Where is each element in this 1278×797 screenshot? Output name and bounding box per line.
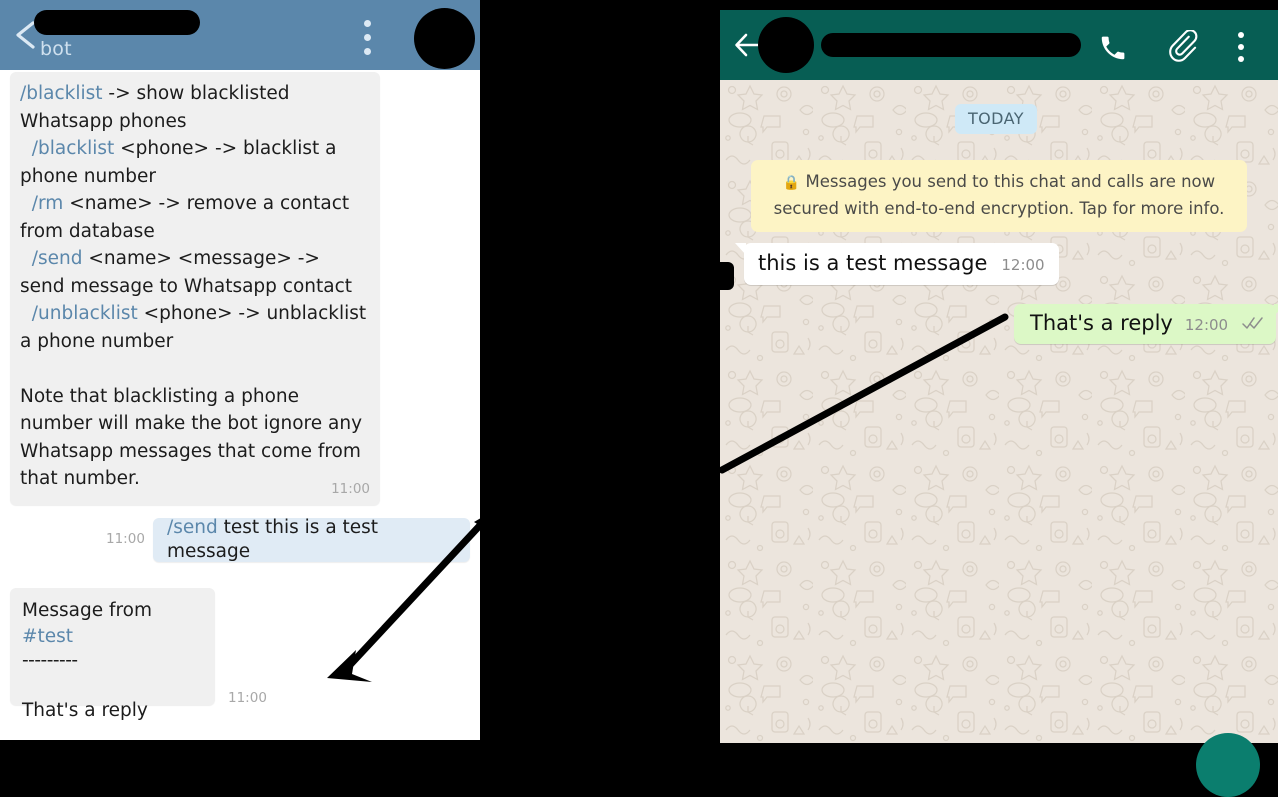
message-timestamp: 11:00	[331, 480, 370, 497]
edge-occlusion-mark	[712, 262, 734, 290]
telegram-header: bot	[0, 0, 480, 70]
double-check-icon	[1242, 315, 1264, 334]
command-token: /blacklist	[31, 138, 115, 159]
command-token: /blacklist	[20, 83, 103, 104]
forwarded-reply-prefix: Message from	[22, 600, 153, 621]
paperclip-icon[interactable]	[1168, 29, 1200, 64]
message-bubble-outgoing[interactable]: That's a reply 12:00	[1014, 304, 1278, 344]
phone-call-icon[interactable]	[1098, 33, 1128, 63]
incoming-message-text: this is a test message	[758, 251, 988, 275]
whatsapp-header	[720, 10, 1278, 80]
overflow-menu-icon[interactable]	[362, 20, 374, 56]
whatsapp-message-list[interactable]: TODAY 🔒 Messages you send to this chat a…	[720, 80, 1278, 743]
help-message-text: /blacklist -> show blacklisted Whatsapp …	[20, 83, 367, 489]
forwarded-reply-divider: ---------	[22, 650, 78, 671]
lock-icon: 🔒	[782, 175, 801, 191]
command-token: /unblacklist	[31, 303, 138, 324]
message-bubble-help[interactable]: /blacklist -> show blacklisted Whatsapp …	[10, 72, 380, 505]
command-token: /rm	[31, 193, 64, 214]
command-token: /send	[167, 517, 218, 538]
encryption-notice-text: Messages you send to this chat and calls…	[773, 172, 1225, 218]
outgoing-message-timestamp: 12:00	[1184, 316, 1229, 334]
whatsapp-panel: TODAY 🔒 Messages you send to this chat a…	[720, 10, 1278, 743]
telegram-panel: bot /blacklist -> show blacklisted Whats…	[0, 0, 480, 740]
send-command-text: /send test this is a test message	[167, 516, 456, 564]
forwarded-reply-header: Message from #test	[22, 598, 203, 650]
encryption-notice[interactable]: 🔒 Messages you send to this chat and cal…	[751, 160, 1247, 232]
forwarded-reply-timestamp: 11:00	[228, 690, 267, 706]
avatar[interactable]	[758, 17, 814, 73]
incoming-message-timestamp: 12:00	[1001, 256, 1045, 274]
telegram-message-list[interactable]: /blacklist -> show blacklisted Whatsapp …	[0, 70, 480, 740]
message-bubble-send-command[interactable]: /send test this is a test message	[153, 516, 470, 564]
chat-subtitle: bot	[40, 38, 72, 60]
chat-title-redacted	[34, 10, 200, 35]
chat-title-redacted	[821, 33, 1081, 57]
message-bubble-forwarded-reply[interactable]: Message from #test --------- That's a re…	[10, 588, 215, 721]
day-divider-chip: TODAY	[955, 104, 1037, 134]
command-token: /send	[31, 248, 83, 269]
overflow-menu-icon[interactable]	[1238, 32, 1248, 64]
forwarded-reply-body: That's a reply	[22, 700, 148, 721]
message-bubble-incoming[interactable]: this is a test message 12:00	[735, 243, 1059, 285]
outgoing-message-timestamp: 11:00	[106, 531, 145, 547]
new-chat-fab[interactable]	[1196, 733, 1260, 797]
screenshot-stage: bot /blacklist -> show blacklisted Whats…	[0, 0, 1278, 797]
outgoing-message-text: That's a reply	[1030, 311, 1173, 335]
avatar[interactable]	[414, 8, 475, 69]
forwarded-reply-tag: #test	[22, 626, 74, 647]
